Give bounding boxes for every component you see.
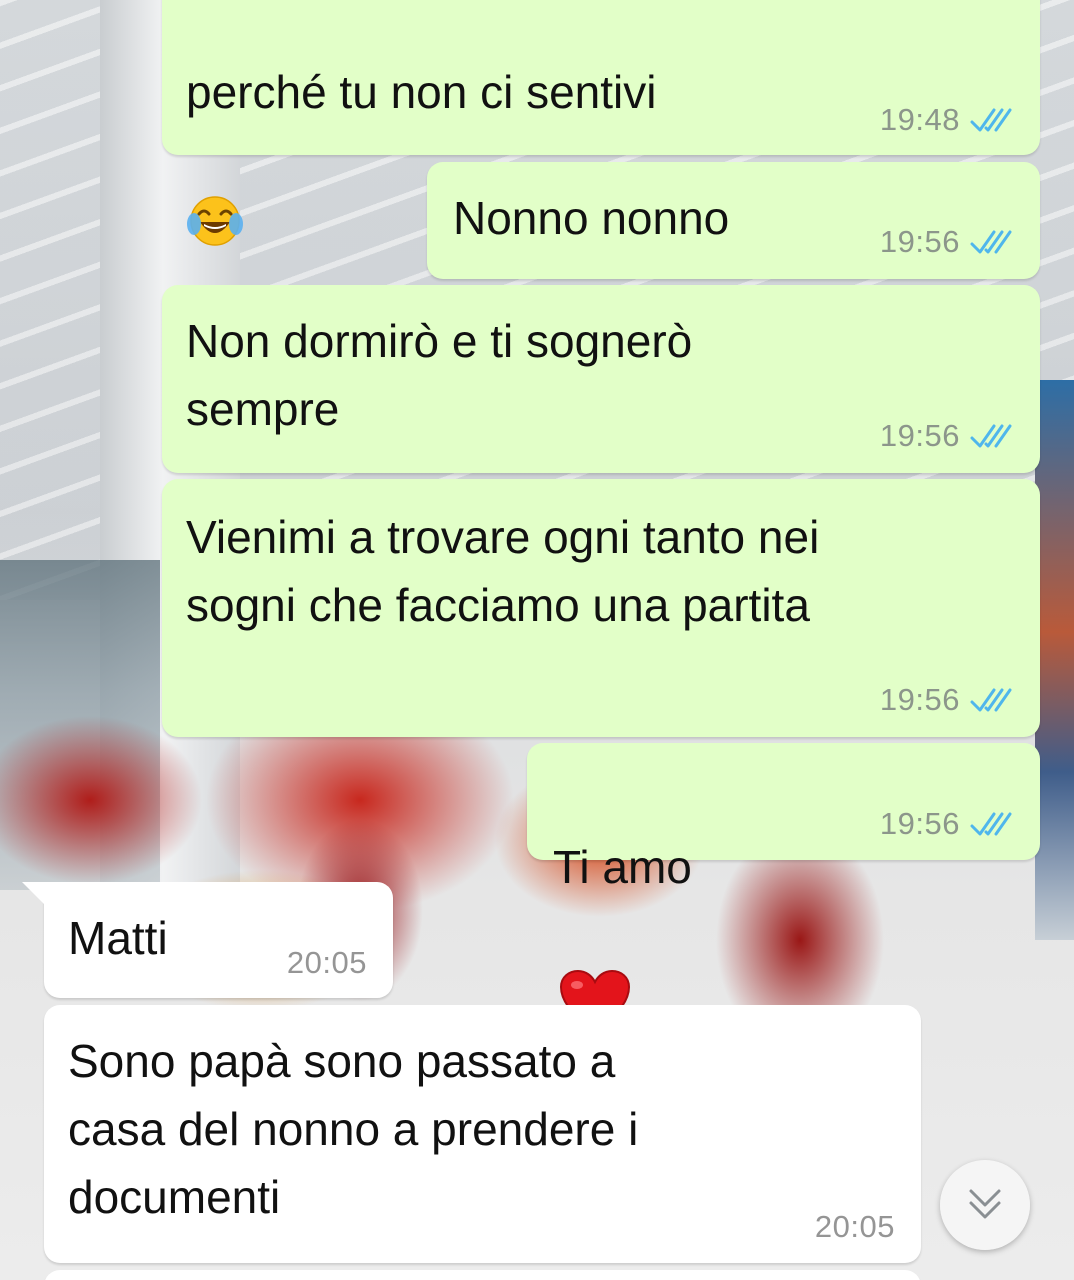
face-with-tears-of-joy-icon — [186, 126, 244, 266]
message-text: Non dormirò e ti sognerò sempre — [186, 315, 693, 435]
message-timestamp: 19:56 — [879, 418, 960, 453]
message-text: Sono papà sono passato a casa del nonno … — [68, 1035, 639, 1223]
scroll-to-bottom-button[interactable] — [940, 1160, 1030, 1250]
bubble-tail — [22, 882, 48, 908]
message-text: Ti amo — [553, 841, 692, 893]
message-bubble-incoming[interactable]: Sono papà sono passato a casa del nonno … — [44, 1005, 921, 1263]
message-text: perché tu non ci sentivi — [186, 66, 657, 118]
message-timestamp: 19:56 — [879, 806, 960, 841]
message-text: Vienimi a trovare ogni tanto nei sogni c… — [186, 511, 820, 631]
message-bubble-outgoing[interactable]: Non dormirò e ti sognerò sempre 19:56 — [162, 285, 1040, 473]
message-bubble-incoming[interactable]: Matti 20:05 — [22, 882, 393, 998]
message-timestamp: 19:48 — [879, 102, 960, 137]
message-text: Nonno nonno — [453, 192, 730, 244]
message-timestamp: 19:56 — [879, 682, 960, 717]
double-check-read-icon — [970, 230, 1012, 254]
message-bubble-incoming-partial[interactable] — [44, 1270, 921, 1280]
message-text: Matti — [68, 912, 168, 964]
double-check-read-icon — [970, 424, 1012, 448]
message-bubble-outgoing[interactable]: Nonno nonno 19:56 — [427, 162, 1040, 279]
double-chevron-down-icon — [969, 1189, 1001, 1219]
message-bubble-outgoing[interactable]: Ti amo 19:56 — [527, 743, 1040, 1033]
wallpaper-poster — [1035, 380, 1074, 940]
message-timestamp: 20:05 — [814, 1209, 895, 1244]
message-timestamp: 20:05 — [286, 945, 367, 980]
message-timestamp: 19:56 — [879, 224, 960, 259]
message-bubble-outgoing[interactable]: Vienimi a trovare ogni tanto nei sogni c… — [162, 479, 1040, 737]
double-check-read-icon — [970, 688, 1012, 712]
double-check-read-icon — [970, 108, 1012, 132]
double-check-read-icon — [970, 812, 1012, 836]
message-bubble-outgoing[interactable]: perché tu non ci sentivi 19:48 — [162, 0, 1040, 246]
